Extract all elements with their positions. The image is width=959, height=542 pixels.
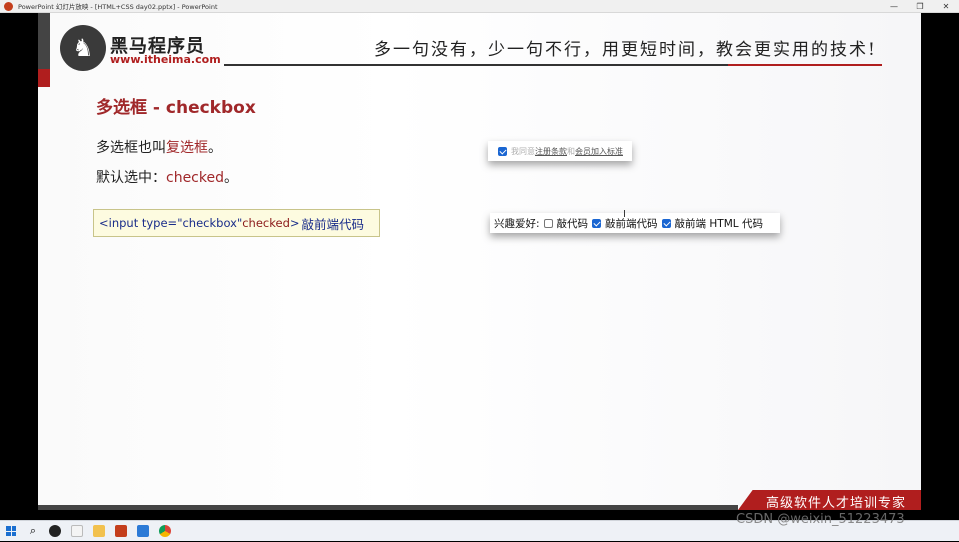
- agree-checkbox[interactable]: [498, 146, 507, 156]
- app-icon-1[interactable]: [44, 521, 66, 542]
- line1-prefix: 多选框也叫: [96, 140, 166, 156]
- footer-bar: [38, 505, 738, 510]
- code-snippet: <input type="checkbox" checked > 敲前端代码: [93, 209, 380, 237]
- search-icon[interactable]: ⌕: [22, 521, 44, 542]
- member-standard-link[interactable]: 会员加入标准: [575, 146, 623, 157]
- window-controls: — ❐ ✕: [881, 0, 959, 13]
- line2-suffix: 。: [224, 170, 238, 186]
- line2-prefix: 默认选中：: [96, 170, 166, 186]
- slide-title: 多选框 - checkbox: [96, 98, 256, 118]
- windows-icon: [6, 526, 16, 536]
- slogan: 多一句没有，少一句不行，用更短时间，教会更实用的技术!: [374, 40, 877, 60]
- hobbies-label: 兴趣爱好:: [494, 217, 540, 230]
- horse-logo-icon: ♞: [60, 25, 106, 71]
- footer-banner-text: 高级软件人才培训专家: [766, 496, 907, 510]
- decor-strip-red: [38, 69, 50, 87]
- hobbies-demo: 兴趣爱好: 敲代码 敲前端代码 敲前端 HTML 代码: [490, 213, 780, 233]
- powerpoint-taskbar-icon[interactable]: [110, 521, 132, 542]
- letterbox-right: [921, 13, 959, 510]
- bullet-line-2: 默认选中：checked。: [96, 167, 238, 187]
- chrome-icon[interactable]: [154, 521, 176, 542]
- maximize-button[interactable]: ❐: [907, 0, 933, 13]
- logo-url: www.itheima.com: [110, 53, 221, 66]
- slide[interactable]: ♞ 黑马程序员 www.itheima.com 多一句没有，少一句不行，用更短时…: [38, 13, 921, 510]
- hobby-label-1: 敲代码: [556, 217, 589, 230]
- decor-strip-gray: [38, 13, 50, 69]
- agree-and-text: 和: [567, 146, 575, 156]
- line1-suffix: 。: [208, 140, 222, 156]
- window-title: PowerPoint 幻灯片放映 - [HTML+CSS day02.pptx]…: [18, 3, 218, 11]
- header-divider-accent: [728, 64, 882, 66]
- watermark: CSDN @weixin_51223473: [736, 512, 905, 527]
- file-explorer-icon[interactable]: [88, 521, 110, 542]
- typora-icon[interactable]: [66, 521, 88, 542]
- close-button[interactable]: ✕: [933, 0, 959, 13]
- hobby-checkbox-1[interactable]: [543, 218, 553, 228]
- code-tag-open: <input type="checkbox": [99, 216, 243, 230]
- minimize-button[interactable]: —: [881, 0, 907, 13]
- code-attr: checked: [242, 216, 290, 230]
- terms-link[interactable]: 注册条款: [535, 146, 567, 157]
- powerpoint-icon: [4, 1, 13, 11]
- line2-highlight: checked: [166, 170, 224, 186]
- mouse-cursor-icon: I: [623, 209, 626, 220]
- hobby-label-3: 敲前端 HTML 代码: [674, 217, 763, 230]
- bullet-line-1: 多选框也叫复选框。: [96, 137, 222, 157]
- code-tag-close: >: [289, 216, 300, 230]
- agreement-demo: 我同意 注册条款 和 会员加入标准: [488, 141, 632, 161]
- hobby-checkbox-3[interactable]: [661, 218, 671, 228]
- window-titlebar: PowerPoint 幻灯片放映 - [HTML+CSS day02.pptx]…: [0, 0, 959, 13]
- agree-text: 我同意: [511, 146, 535, 156]
- vscode-icon[interactable]: [132, 521, 154, 542]
- hobby-label-2: 敲前端代码: [605, 217, 658, 230]
- code-text: 敲前端代码: [301, 216, 365, 232]
- letterbox-left: [0, 13, 38, 510]
- line1-highlight: 复选框: [166, 140, 208, 156]
- hobby-checkbox-2[interactable]: [592, 218, 602, 228]
- start-button[interactable]: [0, 521, 22, 542]
